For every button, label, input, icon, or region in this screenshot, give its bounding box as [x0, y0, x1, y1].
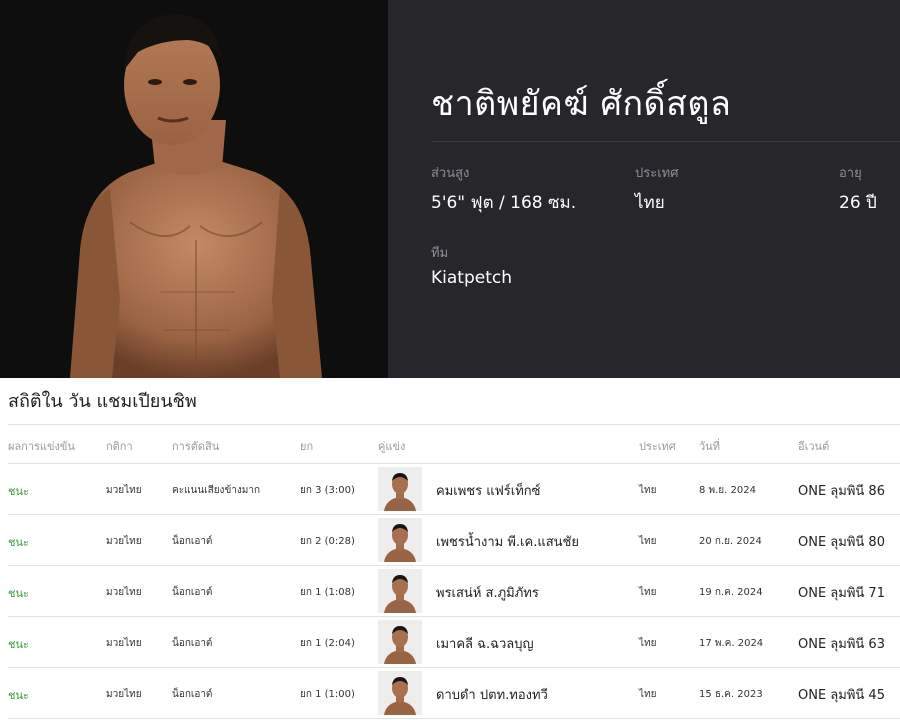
fighter-info: ชาติพยัคฆ์ ศักดิ์สตูล ส่วนสูง 5'6" ฟุต /…	[388, 0, 900, 378]
header-event: อีเวนต์	[798, 440, 830, 453]
opponent-link[interactable]: คมเพชร แฟร์เท็กซ์	[436, 480, 541, 501]
rules-cell: มวยไทย	[106, 689, 142, 700]
stats-title: สถิติใน วัน แชมเปียนชิพ	[8, 391, 197, 412]
table-body: ชนะ มวยไทย คะแนนเสียงข้างมาก ยก 3 (3:00)…	[8, 464, 900, 719]
opponent-photo-icon	[378, 518, 422, 562]
method-cell: น็อกเอาต์	[172, 638, 213, 649]
divider	[431, 141, 900, 142]
opponent-link[interactable]: ดาบดำ ปตท.ทองทวี	[436, 684, 548, 705]
header-opponent: คู่แข่ง	[378, 440, 406, 453]
fighter-photo	[0, 0, 388, 378]
table-row: ชนะ มวยไทย น็อกเอาต์ ยก 2 (0:28) เพชรน้ำ…	[8, 515, 900, 566]
opponent-link[interactable]: เมาคลี ฉ.ฉวลบุญ	[436, 633, 534, 654]
height-label: ส่วนสูง	[431, 166, 470, 181]
fighter-hero: ชาติพยัคฆ์ ศักดิ์สตูล ส่วนสูง 5'6" ฟุต /…	[0, 0, 900, 378]
result-cell: ชนะ	[8, 587, 29, 600]
opponent-photo-icon	[378, 671, 422, 715]
method-cell: น็อกเอาต์	[172, 587, 213, 598]
opponent-link[interactable]: เพชรน้ำงาม พี.เค.แสนชัย	[436, 531, 579, 552]
fight-record-table: ผลการแข่งขัน กติกา การตัดสิน ยก คู่แข่ง …	[8, 424, 900, 719]
header-country: ประเทศ	[639, 440, 676, 453]
age-label: อายุ	[839, 166, 862, 181]
country-value: ไทย	[635, 193, 665, 213]
result-cell: ชนะ	[8, 485, 29, 498]
opponent-avatar[interactable]	[378, 518, 422, 562]
event-link[interactable]: ONE ลุมพินี 45	[798, 684, 885, 705]
opponent-photo-icon	[378, 467, 422, 511]
round-cell: ยก 1 (1:00)	[300, 689, 355, 700]
opponent-avatar[interactable]	[378, 569, 422, 613]
table-row: ชนะ มวยไทย น็อกเอาต์ ยก 1 (2:04) เมาคลี …	[8, 617, 900, 668]
opponent-avatar[interactable]	[378, 467, 422, 511]
opponent-link[interactable]: พรเสน่ห์ ส.ภูมิภัทร	[436, 582, 539, 603]
height-value: 5'6" ฟุต / 168 ซม.	[431, 193, 577, 213]
round-cell: ยก 2 (0:28)	[300, 536, 355, 547]
header-rules: กติกา	[106, 440, 133, 453]
opponent-avatar[interactable]	[378, 671, 422, 715]
date-cell: 15 ธ.ค. 2023	[699, 689, 763, 700]
team-value: Kiatpetch	[431, 268, 512, 288]
date-cell: 8 พ.ย. 2024	[699, 485, 756, 496]
country-label: ประเทศ	[635, 166, 679, 181]
event-link[interactable]: ONE ลุมพินี 63	[798, 633, 885, 654]
country-cell: ไทย	[639, 587, 657, 598]
date-cell: 17 พ.ค. 2024	[699, 638, 764, 649]
table-header: ผลการแข่งขัน กติกา การตัดสิน ยก คู่แข่ง …	[8, 424, 900, 464]
date-cell: 20 ก.ย. 2024	[699, 536, 762, 547]
event-link[interactable]: ONE ลุมพินี 80	[798, 531, 885, 552]
fighter-portrait-image	[70, 13, 322, 378]
age-value: 26 ปี	[839, 193, 877, 213]
result-cell: ชนะ	[8, 638, 29, 651]
result-cell: ชนะ	[8, 536, 29, 549]
method-cell: คะแนนเสียงข้างมาก	[172, 485, 261, 496]
table-row: ชนะ มวยไทย คะแนนเสียงข้างมาก ยก 3 (3:00)…	[8, 464, 900, 515]
header-round: ยก	[300, 440, 314, 453]
team-label: ทีม	[431, 246, 449, 261]
round-cell: ยก 1 (2:04)	[300, 638, 355, 649]
rules-cell: มวยไทย	[106, 536, 142, 547]
opponent-avatar[interactable]	[378, 620, 422, 664]
method-cell: น็อกเอาต์	[172, 536, 213, 547]
round-cell: ยก 1 (1:08)	[300, 587, 355, 598]
method-cell: น็อกเอาต์	[172, 689, 213, 700]
event-link[interactable]: ONE ลุมพินี 71	[798, 582, 885, 603]
country-cell: ไทย	[639, 689, 657, 700]
country-cell: ไทย	[639, 485, 657, 496]
fighter-name: ชาติพยัคฆ์ ศักดิ์สตูล	[431, 84, 732, 124]
round-cell: ยก 3 (3:00)	[300, 485, 355, 496]
country-cell: ไทย	[639, 536, 657, 547]
header-date: วันที่	[699, 440, 720, 453]
event-link[interactable]: ONE ลุมพินี 86	[798, 480, 885, 501]
date-cell: 19 ก.ค. 2024	[699, 587, 763, 598]
opponent-photo-icon	[378, 620, 422, 664]
rules-cell: มวยไทย	[106, 485, 142, 496]
header-method: การตัดสิน	[172, 440, 220, 453]
table-row: ชนะ มวยไทย น็อกเอาต์ ยก 1 (1:00) ดาบดำ ป…	[8, 668, 900, 719]
country-cell: ไทย	[639, 638, 657, 649]
header-result: ผลการแข่งขัน	[8, 440, 75, 453]
rules-cell: มวยไทย	[106, 638, 142, 649]
result-cell: ชนะ	[8, 689, 29, 702]
opponent-photo-icon	[378, 569, 422, 613]
rules-cell: มวยไทย	[106, 587, 142, 598]
table-row: ชนะ มวยไทย น็อกเอาต์ ยก 1 (1:08) พรเสน่ห…	[8, 566, 900, 617]
